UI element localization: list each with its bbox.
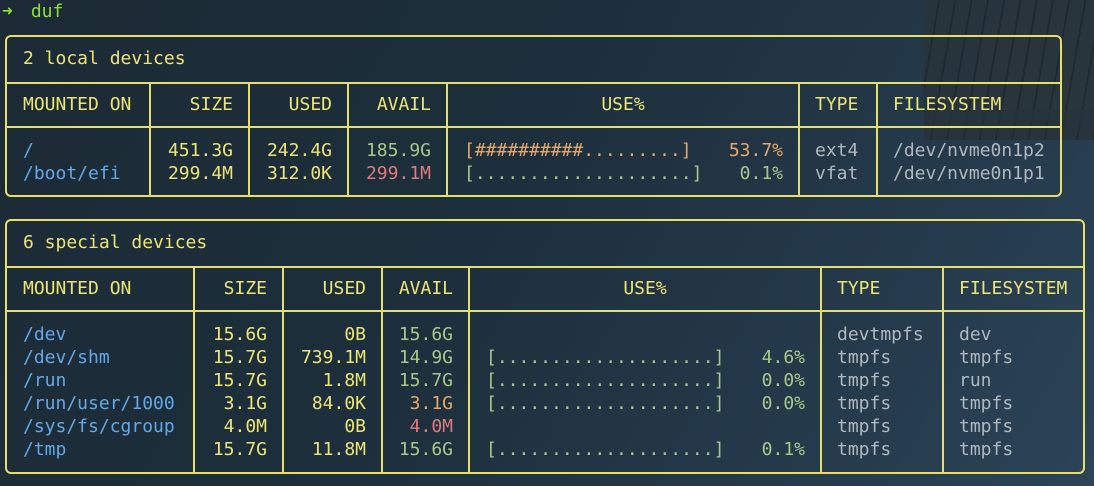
filesystem-name: /dev/nvme0n1p1 — [893, 163, 1045, 184]
size-value: 3.1G — [223, 393, 267, 414]
column-divider — [876, 82, 878, 195]
mount-point: /sys/fs/cgroup — [23, 416, 175, 437]
usage-bar: [....................] — [486, 370, 725, 391]
header-mounted-on: MOUNTED ON — [23, 94, 132, 115]
prompt-command: duf — [30, 1, 64, 22]
header-avail: AVAIL — [376, 94, 431, 115]
filesystem-name: dev — [959, 324, 992, 345]
divider — [7, 266, 1083, 268]
special-devices-title: 6 special devices — [23, 232, 208, 253]
header-use-pct: USE% — [601, 94, 645, 115]
mount-point: / — [23, 140, 34, 161]
filesystem-name: /dev/nvme0n1p2 — [893, 140, 1045, 161]
header-used: USED — [322, 278, 366, 299]
local-devices-table: 2 local devices MOUNTED ON SIZE USED AVA… — [5, 35, 1062, 197]
avail-value: 3.1G — [409, 393, 453, 414]
avail-value: 15.7G — [398, 370, 453, 391]
header-size: SIZE — [223, 278, 267, 299]
usage-percent: 4.6% — [761, 347, 805, 368]
size-value: 451.3G — [167, 140, 233, 161]
divider — [7, 310, 1083, 312]
mount-point: /run — [23, 370, 67, 391]
fs-type: tmpfs — [837, 370, 892, 391]
prompt-arrow-icon: ➜ — [2, 1, 13, 22]
avail-value: 299.1M — [365, 163, 431, 184]
avail-value: 185.9G — [365, 140, 431, 161]
column-divider — [248, 82, 250, 195]
header-filesystem: FILESYSTEM — [893, 94, 1002, 115]
column-divider — [798, 82, 800, 195]
fs-type: tmpfs — [837, 416, 892, 437]
header-use-pct: USE% — [623, 278, 667, 299]
usage-bar: [....................] — [464, 163, 703, 184]
size-value: 4.0M — [223, 416, 267, 437]
avail-value: 15.6G — [398, 439, 453, 460]
column-divider — [820, 266, 822, 472]
column-divider — [149, 82, 151, 195]
header-type: TYPE — [837, 278, 881, 299]
mount-point: /run/user/1000 — [23, 393, 175, 414]
usage-bar: [##########.........] — [464, 140, 692, 161]
size-value: 15.7G — [212, 347, 267, 368]
usage-percent: 0.1% — [761, 439, 805, 460]
fs-type: tmpfs — [837, 393, 892, 414]
column-divider — [347, 82, 349, 195]
filesystem-name: tmpfs — [959, 416, 1014, 437]
mount-point: /boot/efi — [23, 163, 121, 184]
usage-percent — [729, 415, 805, 438]
divider — [7, 126, 1060, 128]
usage-percent: 0.0% — [761, 370, 805, 391]
used-value: 242.4G — [266, 140, 332, 161]
size-value: 15.6G — [212, 324, 267, 345]
avail-value: 14.9G — [398, 347, 453, 368]
avail-value: 15.6G — [398, 324, 453, 345]
usage-percent: 53.7% — [728, 140, 783, 161]
used-value: 1.8M — [322, 370, 366, 391]
used-value: 0B — [344, 324, 366, 345]
column-divider — [193, 266, 195, 472]
column-divider — [381, 266, 383, 472]
special-devices-table: 6 special devices MOUNTED ON SIZE USED A… — [5, 219, 1085, 474]
header-filesystem: FILESYSTEM — [959, 278, 1068, 299]
column-divider — [282, 266, 284, 472]
usage-bar: [....................] — [486, 393, 725, 414]
fs-type: vfat — [815, 163, 859, 184]
usage-percent: 0.1% — [739, 163, 783, 184]
local-devices-title: 2 local devices — [23, 48, 186, 69]
used-value: 0B — [344, 416, 366, 437]
used-value: 739.1M — [300, 347, 366, 368]
fs-type: tmpfs — [837, 347, 892, 368]
filesystem-name: tmpfs — [959, 347, 1014, 368]
mount-point: /dev — [23, 324, 67, 345]
header-used: USED — [288, 94, 332, 115]
avail-value: 4.0M — [409, 416, 453, 437]
header-type: TYPE — [815, 94, 859, 115]
fs-type: ext4 — [815, 140, 859, 161]
usage-bar: [....................] — [486, 439, 725, 460]
mount-point: /tmp — [23, 439, 67, 460]
filesystem-name: tmpfs — [959, 393, 1014, 414]
size-value: 15.7G — [212, 439, 267, 460]
usage-percent: 0.0% — [761, 393, 805, 414]
usage-bar: [....................] — [486, 347, 725, 368]
used-value: 312.0K — [266, 163, 332, 184]
shell-prompt: ➜ duf — [2, 0, 63, 24]
size-value: 299.4M — [167, 163, 233, 184]
filesystem-name: run — [959, 370, 992, 391]
fs-type: devtmpfs — [837, 324, 924, 345]
header-avail: AVAIL — [398, 278, 453, 299]
mount-point: /dev/shm — [23, 347, 110, 368]
used-value: 84.0K — [311, 393, 366, 414]
size-value: 15.7G — [212, 370, 267, 391]
column-divider — [942, 266, 944, 472]
divider — [7, 82, 1060, 84]
filesystem-name: tmpfs — [959, 439, 1014, 460]
header-mounted-on: MOUNTED ON — [23, 278, 132, 299]
used-value: 11.8M — [311, 439, 366, 460]
header-size: SIZE — [189, 94, 233, 115]
fs-type: tmpfs — [837, 439, 892, 460]
usage-percent — [729, 323, 805, 346]
